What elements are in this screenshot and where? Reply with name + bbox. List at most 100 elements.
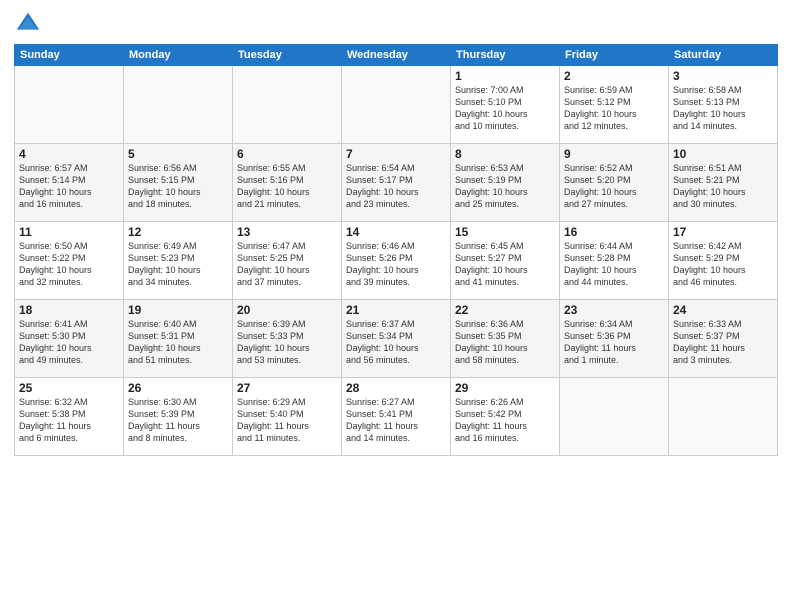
day-number: 24 [673,303,773,317]
day-info: Sunrise: 6:37 AMSunset: 5:34 PMDaylight:… [346,318,446,367]
day-info: Sunrise: 6:26 AMSunset: 5:42 PMDaylight:… [455,396,555,445]
day-info: Sunrise: 7:00 AMSunset: 5:10 PMDaylight:… [455,84,555,133]
day-number: 15 [455,225,555,239]
day-info: Sunrise: 6:29 AMSunset: 5:40 PMDaylight:… [237,396,337,445]
logo-icon [14,10,42,38]
calendar-cell: 22Sunrise: 6:36 AMSunset: 5:35 PMDayligh… [451,300,560,378]
day-number: 10 [673,147,773,161]
calendar-cell: 11Sunrise: 6:50 AMSunset: 5:22 PMDayligh… [15,222,124,300]
day-info: Sunrise: 6:51 AMSunset: 5:21 PMDaylight:… [673,162,773,211]
day-number: 25 [19,381,119,395]
day-number: 2 [564,69,664,83]
calendar-cell: 10Sunrise: 6:51 AMSunset: 5:21 PMDayligh… [669,144,778,222]
calendar-cell: 19Sunrise: 6:40 AMSunset: 5:31 PMDayligh… [124,300,233,378]
day-number: 8 [455,147,555,161]
day-number: 22 [455,303,555,317]
day-number: 20 [237,303,337,317]
day-info: Sunrise: 6:56 AMSunset: 5:15 PMDaylight:… [128,162,228,211]
day-number: 1 [455,69,555,83]
calendar-cell: 2Sunrise: 6:59 AMSunset: 5:12 PMDaylight… [560,66,669,144]
calendar-week-4: 18Sunrise: 6:41 AMSunset: 5:30 PMDayligh… [15,300,778,378]
calendar-cell: 17Sunrise: 6:42 AMSunset: 5:29 PMDayligh… [669,222,778,300]
day-info: Sunrise: 6:57 AMSunset: 5:14 PMDaylight:… [19,162,119,211]
calendar-cell [233,66,342,144]
day-number: 4 [19,147,119,161]
day-info: Sunrise: 6:47 AMSunset: 5:25 PMDaylight:… [237,240,337,289]
day-info: Sunrise: 6:44 AMSunset: 5:28 PMDaylight:… [564,240,664,289]
day-number: 9 [564,147,664,161]
day-number: 7 [346,147,446,161]
day-header-thursday: Thursday [451,45,560,66]
header [14,10,778,38]
calendar-cell: 20Sunrise: 6:39 AMSunset: 5:33 PMDayligh… [233,300,342,378]
calendar-week-5: 25Sunrise: 6:32 AMSunset: 5:38 PMDayligh… [15,378,778,456]
day-number: 11 [19,225,119,239]
calendar-cell [342,66,451,144]
day-info: Sunrise: 6:39 AMSunset: 5:33 PMDaylight:… [237,318,337,367]
day-info: Sunrise: 6:36 AMSunset: 5:35 PMDaylight:… [455,318,555,367]
calendar-week-1: 1Sunrise: 7:00 AMSunset: 5:10 PMDaylight… [15,66,778,144]
page-container: SundayMondayTuesdayWednesdayThursdayFrid… [0,0,792,462]
calendar-cell: 26Sunrise: 6:30 AMSunset: 5:39 PMDayligh… [124,378,233,456]
calendar-cell: 13Sunrise: 6:47 AMSunset: 5:25 PMDayligh… [233,222,342,300]
day-number: 18 [19,303,119,317]
calendar-cell: 24Sunrise: 6:33 AMSunset: 5:37 PMDayligh… [669,300,778,378]
calendar-cell: 16Sunrise: 6:44 AMSunset: 5:28 PMDayligh… [560,222,669,300]
calendar-cell: 29Sunrise: 6:26 AMSunset: 5:42 PMDayligh… [451,378,560,456]
calendar-week-2: 4Sunrise: 6:57 AMSunset: 5:14 PMDaylight… [15,144,778,222]
day-info: Sunrise: 6:40 AMSunset: 5:31 PMDaylight:… [128,318,228,367]
day-header-friday: Friday [560,45,669,66]
calendar-week-3: 11Sunrise: 6:50 AMSunset: 5:22 PMDayligh… [15,222,778,300]
day-info: Sunrise: 6:50 AMSunset: 5:22 PMDaylight:… [19,240,119,289]
day-info: Sunrise: 6:32 AMSunset: 5:38 PMDaylight:… [19,396,119,445]
day-info: Sunrise: 6:42 AMSunset: 5:29 PMDaylight:… [673,240,773,289]
calendar-cell: 5Sunrise: 6:56 AMSunset: 5:15 PMDaylight… [124,144,233,222]
day-info: Sunrise: 6:27 AMSunset: 5:41 PMDaylight:… [346,396,446,445]
day-info: Sunrise: 6:55 AMSunset: 5:16 PMDaylight:… [237,162,337,211]
calendar-cell: 25Sunrise: 6:32 AMSunset: 5:38 PMDayligh… [15,378,124,456]
calendar-cell: 6Sunrise: 6:55 AMSunset: 5:16 PMDaylight… [233,144,342,222]
calendar-cell [15,66,124,144]
calendar-cell: 4Sunrise: 6:57 AMSunset: 5:14 PMDaylight… [15,144,124,222]
calendar-cell [124,66,233,144]
day-number: 29 [455,381,555,395]
calendar-cell: 14Sunrise: 6:46 AMSunset: 5:26 PMDayligh… [342,222,451,300]
day-info: Sunrise: 6:53 AMSunset: 5:19 PMDaylight:… [455,162,555,211]
day-header-monday: Monday [124,45,233,66]
day-header-saturday: Saturday [669,45,778,66]
calendar-cell: 7Sunrise: 6:54 AMSunset: 5:17 PMDaylight… [342,144,451,222]
day-info: Sunrise: 6:54 AMSunset: 5:17 PMDaylight:… [346,162,446,211]
calendar-header-row: SundayMondayTuesdayWednesdayThursdayFrid… [15,45,778,66]
calendar-cell [669,378,778,456]
calendar-cell: 1Sunrise: 7:00 AMSunset: 5:10 PMDaylight… [451,66,560,144]
day-info: Sunrise: 6:58 AMSunset: 5:13 PMDaylight:… [673,84,773,133]
day-header-sunday: Sunday [15,45,124,66]
calendar-cell: 27Sunrise: 6:29 AMSunset: 5:40 PMDayligh… [233,378,342,456]
day-number: 13 [237,225,337,239]
day-number: 28 [346,381,446,395]
calendar-cell: 28Sunrise: 6:27 AMSunset: 5:41 PMDayligh… [342,378,451,456]
day-number: 14 [346,225,446,239]
day-info: Sunrise: 6:46 AMSunset: 5:26 PMDaylight:… [346,240,446,289]
day-header-wednesday: Wednesday [342,45,451,66]
day-number: 3 [673,69,773,83]
day-number: 12 [128,225,228,239]
day-info: Sunrise: 6:59 AMSunset: 5:12 PMDaylight:… [564,84,664,133]
calendar-cell: 21Sunrise: 6:37 AMSunset: 5:34 PMDayligh… [342,300,451,378]
day-info: Sunrise: 6:45 AMSunset: 5:27 PMDaylight:… [455,240,555,289]
day-number: 16 [564,225,664,239]
calendar-cell: 3Sunrise: 6:58 AMSunset: 5:13 PMDaylight… [669,66,778,144]
day-info: Sunrise: 6:49 AMSunset: 5:23 PMDaylight:… [128,240,228,289]
calendar-cell [560,378,669,456]
day-info: Sunrise: 6:41 AMSunset: 5:30 PMDaylight:… [19,318,119,367]
day-info: Sunrise: 6:52 AMSunset: 5:20 PMDaylight:… [564,162,664,211]
logo [14,10,46,38]
calendar-cell: 12Sunrise: 6:49 AMSunset: 5:23 PMDayligh… [124,222,233,300]
day-number: 26 [128,381,228,395]
day-number: 23 [564,303,664,317]
day-number: 5 [128,147,228,161]
day-number: 27 [237,381,337,395]
calendar-cell: 9Sunrise: 6:52 AMSunset: 5:20 PMDaylight… [560,144,669,222]
day-number: 21 [346,303,446,317]
day-number: 6 [237,147,337,161]
